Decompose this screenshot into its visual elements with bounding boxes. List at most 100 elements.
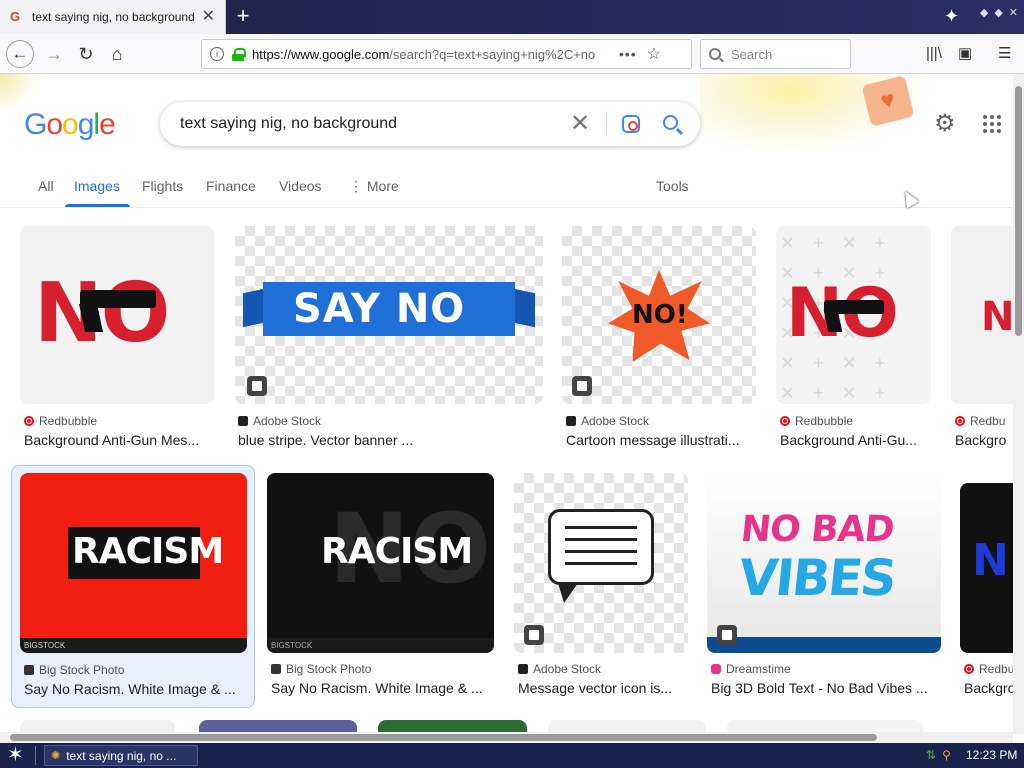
result-title[interactable]: Say No Racism. White Image & ... (24, 681, 246, 697)
sidebar-icon[interactable]: ▣ (958, 46, 972, 62)
source-label: Adobe Stock (253, 414, 322, 428)
thumb-watermark: BIGSTOCK (267, 638, 494, 653)
tab-flights[interactable]: Flights (142, 178, 183, 194)
result-thumbnail[interactable]: NO BAD VIBES (707, 473, 941, 653)
result-thumbnail[interactable]: NO RACISM BIGSTOCK (267, 473, 494, 653)
new-tab-button[interactable]: + (232, 4, 254, 28)
result-thumbnail[interactable]: N (960, 483, 1014, 653)
result-card[interactable]: NO Redbubble Background Anti-Gun Mes... (0, 208, 216, 453)
url-text[interactable]: https://www.google.com/search?q=text+say… (252, 47, 607, 62)
search-icon (709, 48, 721, 60)
network-icon[interactable]: ⇅ (926, 748, 936, 762)
redbubble-icon (955, 416, 965, 426)
maximize-icon[interactable]: ◆ (994, 6, 1002, 19)
library-icon[interactable]: |||\ (926, 46, 942, 62)
horizontal-scroll-thumb[interactable] (10, 734, 877, 741)
page-actions-icon[interactable]: ••• (619, 46, 637, 62)
result-card[interactable]: SAY NO Adobe Stock blue stripe. Vector b… (233, 208, 545, 453)
vertical-scrollbar[interactable] (1013, 74, 1024, 734)
result-thumbnail[interactable] (514, 473, 688, 653)
result-thumbnail[interactable]: SAY NO (235, 226, 543, 404)
result-card[interactable]: Adobe Stock Message vector icon is... (513, 465, 691, 708)
settings-gear-icon[interactable]: ⚙ (934, 112, 956, 136)
result-title[interactable]: Backgro (955, 432, 1014, 448)
result-source: Redbu (964, 662, 1014, 676)
info-icon[interactable]: i (210, 47, 224, 61)
close-tab-icon[interactable]: ✕ (202, 9, 215, 25)
taskbar-window-button[interactable]: ✺ text saying nig, no ... (44, 745, 198, 766)
bookmark-star-icon[interactable]: ☆ (647, 44, 661, 64)
back-button[interactable]: ← (6, 40, 34, 68)
browser-tab[interactable]: G text saying nig, no background - Googl… (0, 0, 226, 34)
vertical-scroll-thumb[interactable] (1015, 86, 1022, 336)
tab-title: text saying nig, no background - Google … (32, 10, 194, 24)
source-label: Adobe Stock (533, 662, 602, 676)
star-icon: ✦ (944, 6, 960, 26)
more-dots-icon: ⋮ (349, 178, 363, 194)
google-lens-icon[interactable] (622, 115, 640, 133)
result-title[interactable]: Say No Racism. White Image & ... (271, 680, 493, 696)
result-title[interactable]: Message vector icon is... (518, 680, 688, 696)
google-search-icon[interactable] (663, 115, 678, 130)
thumb-text: N (981, 294, 1014, 340)
home-button[interactable]: ⌂ (103, 40, 131, 68)
minimize-icon[interactable]: ◆ (980, 6, 988, 19)
result-card[interactable]: NO RACISM BIGSTOCK Big Stock Photo Say N… (266, 465, 496, 708)
result-title[interactable]: Backgro (964, 680, 1014, 696)
result-title[interactable]: Background Anti-Gu... (780, 432, 930, 448)
result-card[interactable]: ✕+✕+✕+✕+✕+✕+✕+✕+✕+✕+✕+✕+ NO Redbubble Ba… (775, 208, 935, 453)
result-card[interactable]: NO BAD VIBES Dreamstime Big 3D Bold Text… (706, 465, 944, 708)
thumb-text: NO (34, 266, 170, 361)
browser-search-input[interactable]: Search (700, 39, 851, 69)
lock-icon[interactable] (232, 47, 246, 61)
search-tray-icon[interactable]: ⚲ (942, 748, 951, 762)
result-thumbnail[interactable]: ✕+✕+✕+✕+✕+✕+✕+✕+✕+✕+✕+✕+ NO (776, 226, 931, 404)
horizontal-scrollbar[interactable] (0, 732, 1013, 743)
result-title[interactable]: blue stripe. Vector banner ... (238, 432, 428, 448)
clear-icon[interactable]: ✕ (570, 110, 590, 138)
redbubble-icon (24, 416, 34, 426)
result-thumbnail[interactable]: N (951, 226, 1014, 404)
result-thumbnail[interactable]: NO (20, 226, 214, 404)
result-card[interactable]: N Redbu Backgro (950, 208, 1014, 453)
tab-more-label: More (366, 178, 399, 194)
close-window-icon[interactable]: ✕ (1009, 6, 1018, 19)
tab-finance[interactable]: Finance (206, 178, 256, 194)
result-thumbnail[interactable]: NO! (562, 226, 756, 404)
window-controls: ◆ ◆ ✕ (980, 6, 1018, 19)
redbubble-icon (780, 416, 790, 426)
image-badge-icon (572, 376, 592, 396)
tools-button[interactable]: Tools (656, 178, 689, 194)
forward-button[interactable]: → (40, 40, 68, 68)
source-label: Adobe Stock (581, 414, 650, 428)
image-badge-icon (247, 376, 267, 396)
bubble-line (565, 526, 637, 529)
tab-more[interactable]: ⋮ More (349, 178, 399, 195)
google-logo[interactable]: Google (24, 108, 116, 142)
result-card-selected[interactable]: RACISM BIGSTOCK Big Stock Photo Say No R… (11, 465, 255, 708)
taskbar-clock[interactable]: 12:23 PM (966, 748, 1017, 762)
search-placeholder: Search (731, 46, 773, 62)
google-search-box[interactable]: text saying nig, no background ✕ (160, 102, 700, 146)
menu-icon[interactable]: ☰ (998, 46, 1011, 62)
tab-videos[interactable]: Videos (279, 178, 322, 194)
result-title[interactable]: Big 3D Bold Text - No Bad Vibes ... (711, 680, 941, 696)
tab-images[interactable]: Images (74, 178, 120, 194)
result-title[interactable]: Cartoon message illustrati... (566, 432, 748, 448)
google-apps-icon[interactable] (983, 115, 1001, 133)
url-host: https://www.google.com (252, 46, 390, 62)
result-title[interactable]: Background Anti-Gun Mes... (24, 432, 212, 448)
result-thumbnail[interactable]: RACISM BIGSTOCK (20, 473, 247, 653)
result-source: Adobe Stock (566, 414, 649, 428)
tab-all[interactable]: All (38, 178, 54, 194)
bubble-line (565, 538, 637, 541)
url-bar[interactable]: i https://www.google.com/search?q=text+s… (201, 39, 692, 69)
start-menu-icon[interactable]: ✶ (7, 744, 24, 766)
taskbar-window-label: text saying nig, no ... (66, 748, 177, 763)
google-header: ♥ Google text saying nig, no background … (0, 74, 1014, 208)
result-card[interactable]: NO! Adobe Stock Cartoon message illustra… (561, 208, 757, 453)
divider (606, 112, 607, 136)
search-query[interactable]: text saying nig, no background (180, 115, 397, 133)
result-card[interactable]: N Redbu Backgro (959, 465, 1014, 708)
reload-button[interactable]: ↻ (72, 40, 100, 68)
